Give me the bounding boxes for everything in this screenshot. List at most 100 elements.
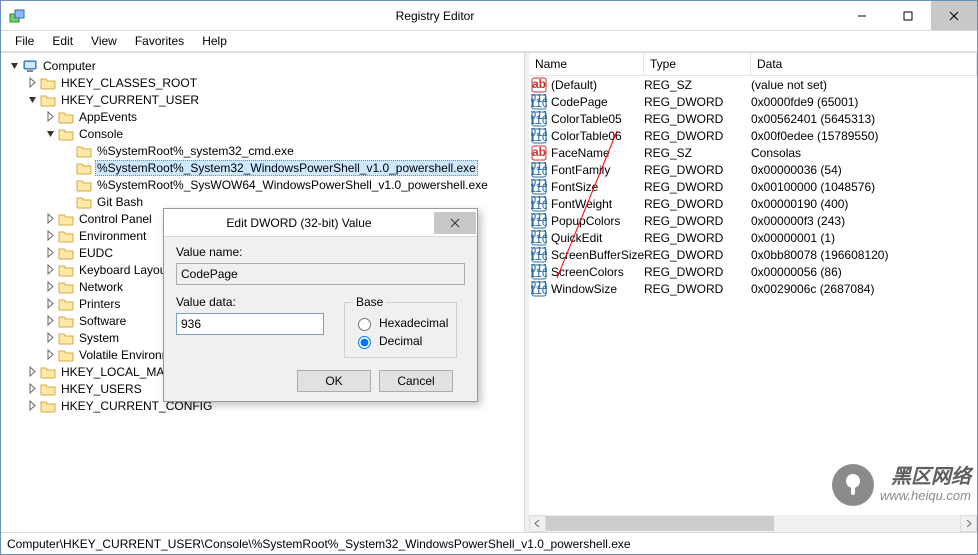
expand-icon[interactable] <box>27 400 38 411</box>
expand-icon[interactable] <box>45 230 56 241</box>
value-name: FontSize <box>551 180 598 194</box>
value-row[interactable]: ScreenColorsREG_DWORD0x00000056 (86) <box>529 263 977 280</box>
tree-node[interactable]: %SystemRoot%_system32_cmd.exe <box>3 142 524 159</box>
value-name: CodePage <box>551 95 608 109</box>
expand-icon[interactable] <box>27 366 38 377</box>
expand-icon[interactable] <box>27 77 38 88</box>
value-data: 0x00562401 (5645313) <box>751 112 977 126</box>
value-type: REG_DWORD <box>644 214 751 228</box>
scroll-left-button[interactable] <box>529 515 546 532</box>
value-row[interactable]: QuickEditREG_DWORD0x00000001 (1) <box>529 229 977 246</box>
radio-decimal[interactable]: Decimal <box>353 333 448 349</box>
header-name[interactable]: Name <box>529 53 644 75</box>
titlebar[interactable]: Registry Editor <box>1 1 977 31</box>
value-type: REG_DWORD <box>644 180 751 194</box>
radio-hexadecimal-input[interactable] <box>358 318 371 331</box>
expand-icon[interactable] <box>45 247 56 258</box>
tree-node[interactable]: %SystemRoot%_SysWOW64_WindowsPowerShell_… <box>3 176 524 193</box>
value-name-label: Value name: <box>176 245 465 259</box>
value-row[interactable]: FontSizeREG_DWORD0x00100000 (1048576) <box>529 178 977 195</box>
collapse-icon[interactable] <box>45 128 56 139</box>
value-row[interactable]: FontFamilyREG_DWORD0x00000036 (54) <box>529 161 977 178</box>
dialog-close-button[interactable] <box>434 212 476 234</box>
menu-view[interactable]: View <box>83 32 125 50</box>
reg-binary-icon <box>531 247 547 263</box>
tree-node[interactable]: Computer <box>3 57 524 74</box>
menu-favorites[interactable]: Favorites <box>127 32 192 50</box>
value-row[interactable]: (Default)REG_SZ(value not set) <box>529 76 977 93</box>
value-type: REG_SZ <box>644 146 751 160</box>
value-list[interactable]: (Default)REG_SZ(value not set)CodePageRE… <box>529 76 977 515</box>
value-type: REG_DWORD <box>644 129 751 143</box>
value-row[interactable]: ColorTable06REG_DWORD0x00f0edee (1578955… <box>529 127 977 144</box>
ok-button[interactable]: OK <box>297 370 371 392</box>
header-type[interactable]: Type <box>644 53 751 75</box>
registry-editor-window: Registry Editor File Edit View Favorites… <box>0 0 978 555</box>
value-row[interactable]: ColorTable05REG_DWORD0x00562401 (5645313… <box>529 110 977 127</box>
expand-icon[interactable] <box>45 332 56 343</box>
value-row[interactable]: CodePageREG_DWORD0x0000fde9 (65001) <box>529 93 977 110</box>
menu-file[interactable]: File <box>7 32 42 50</box>
value-row[interactable]: FaceName REG_SZConsolas <box>529 144 977 161</box>
status-path: Computer\HKEY_CURRENT_USER\Console\%Syst… <box>7 537 631 551</box>
folder-icon <box>58 109 74 125</box>
expand-icon[interactable] <box>27 383 38 394</box>
minimize-button[interactable] <box>839 1 885 30</box>
folder-icon <box>58 296 74 312</box>
twisty-none <box>63 196 74 207</box>
header-data[interactable]: Data <box>751 53 977 75</box>
value-type: REG_SZ <box>644 78 751 92</box>
tree-node-label: %SystemRoot%_system32_cmd.exe <box>95 144 296 158</box>
expand-icon[interactable] <box>45 349 56 360</box>
tree-node[interactable]: HKEY_CLASSES_ROOT <box>3 74 524 91</box>
tree-node[interactable]: HKEY_CURRENT_USER <box>3 91 524 108</box>
value-row[interactable]: FontWeightREG_DWORD0x00000190 (400) <box>529 195 977 212</box>
scroll-thumb[interactable] <box>546 516 774 531</box>
dialog-titlebar[interactable]: Edit DWORD (32-bit) Value <box>164 209 477 237</box>
tree-node[interactable]: %SystemRoot%_System32_WindowsPowerShell_… <box>3 159 524 176</box>
value-name: FontWeight <box>551 197 612 211</box>
tree-node-label: Network <box>77 280 125 294</box>
tree-node-label: EUDC <box>77 246 115 260</box>
value-type: REG_DWORD <box>644 197 751 211</box>
value-type: REG_DWORD <box>644 112 751 126</box>
value-data-field[interactable] <box>176 313 324 335</box>
horizontal-scrollbar[interactable] <box>529 515 977 532</box>
expand-icon[interactable] <box>45 315 56 326</box>
folder-icon <box>58 330 74 346</box>
folder-icon <box>76 194 92 210</box>
menu-edit[interactable]: Edit <box>44 32 81 50</box>
radio-decimal-label: Decimal <box>379 334 422 348</box>
cancel-button[interactable]: Cancel <box>379 370 453 392</box>
value-row[interactable]: PopupColorsREG_DWORD0x000000f3 (243) <box>529 212 977 229</box>
close-button[interactable] <box>931 1 977 30</box>
regedit-icon <box>9 8 25 24</box>
collapse-icon[interactable] <box>27 94 38 105</box>
radio-hexadecimal[interactable]: Hexadecimal <box>353 315 448 331</box>
collapse-icon[interactable] <box>9 60 20 71</box>
folder-icon <box>58 211 74 227</box>
value-row[interactable]: ScreenBufferSizeREG_DWORD0x0bb80078 (196… <box>529 246 977 263</box>
tree-node[interactable]: AppEvents <box>3 108 524 125</box>
tree-node[interactable]: Console <box>3 125 524 142</box>
scroll-track[interactable] <box>546 515 960 532</box>
reg-sz-icon <box>531 77 547 93</box>
expand-icon[interactable] <box>45 298 56 309</box>
expand-icon[interactable] <box>45 213 56 224</box>
radio-decimal-input[interactable] <box>358 336 371 349</box>
value-data: Consolas <box>751 146 977 160</box>
tree-node-label: Console <box>77 127 125 141</box>
reg-binary-icon <box>531 162 547 178</box>
maximize-button[interactable] <box>885 1 931 30</box>
value-data: 0x0bb80078 (196608120) <box>751 248 977 262</box>
value-row[interactable]: WindowSizeREG_DWORD0x0029006c (2687084) <box>529 280 977 297</box>
tree-node-label: System <box>77 331 121 345</box>
reg-binary-icon <box>531 264 547 280</box>
menu-help[interactable]: Help <box>194 32 235 50</box>
expand-icon[interactable] <box>45 111 56 122</box>
maximize-icon <box>903 11 913 21</box>
scroll-right-button[interactable] <box>960 515 977 532</box>
expand-icon[interactable] <box>45 264 56 275</box>
expand-icon[interactable] <box>45 281 56 292</box>
value-name: FaceName <box>551 146 610 160</box>
